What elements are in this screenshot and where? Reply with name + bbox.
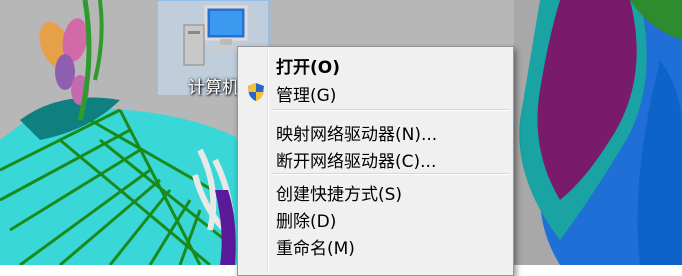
menu-item-open[interactable]: 打开(O): [240, 51, 511, 78]
menu-item-label: 断开网络驱动器(C)...: [276, 152, 437, 172]
menu-item-label: 管理(G): [276, 86, 337, 106]
menu-separator: [272, 109, 509, 111]
menu-separator: [272, 173, 509, 175]
uac-shield-icon: [248, 83, 264, 101]
menu-item-rename[interactable]: 重命名(M): [240, 232, 511, 259]
computer-icon-label: 计算机: [188, 78, 239, 98]
menu-item-label: 创建快捷方式(S): [276, 185, 403, 205]
context-menu: 打开(O) 管理(G) 映射网络驱动器(N)... 断开网络驱动器(C)... …: [237, 46, 514, 276]
menu-item-disconnect-drive[interactable]: 断开网络驱动器(C)...: [240, 145, 511, 172]
menu-item-label: 删除(D): [276, 212, 337, 232]
menu-item-delete[interactable]: 删除(D): [240, 205, 511, 232]
menu-item-label: 重命名(M): [276, 239, 355, 259]
menu-item-map-drive[interactable]: 映射网络驱动器(N)...: [240, 118, 511, 145]
menu-item-manage[interactable]: 管理(G): [240, 79, 511, 106]
menu-item-create-shortcut[interactable]: 创建快捷方式(S): [240, 178, 511, 205]
menu-item-label: 映射网络驱动器(N)...: [276, 125, 438, 145]
menu-item-label: 打开(O): [276, 58, 340, 78]
